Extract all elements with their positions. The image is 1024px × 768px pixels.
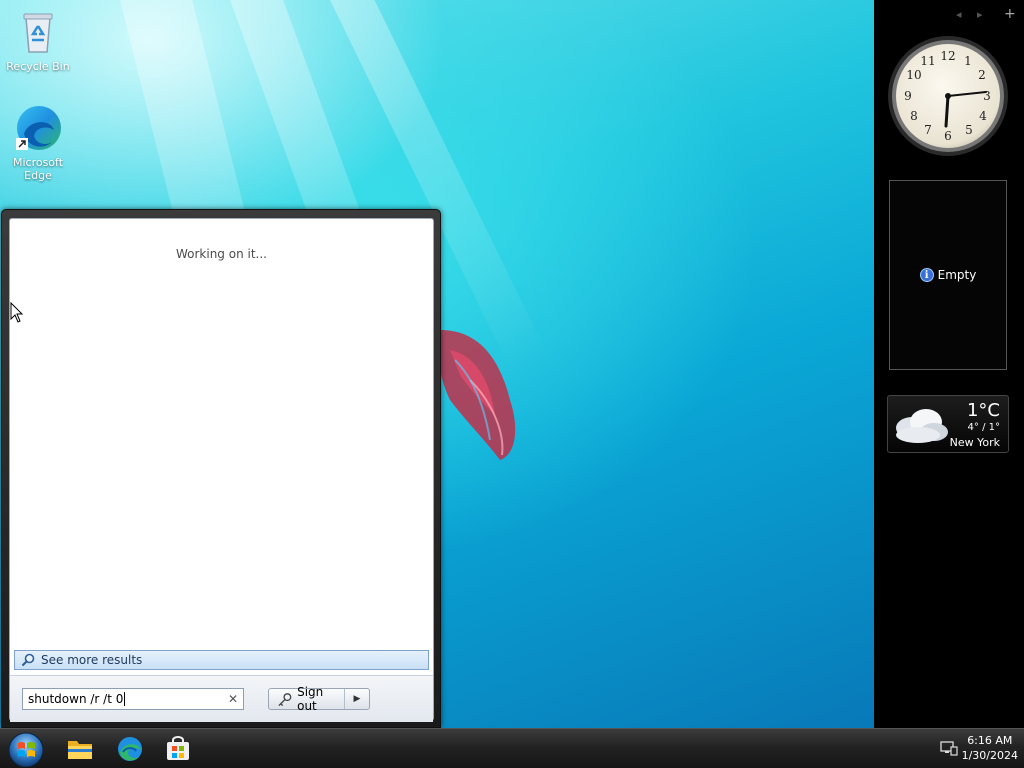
analog-clock-face: 12 12 345 678 91011 <box>888 36 1008 156</box>
search-input-value: shutdown /r /t 0 <box>28 692 124 706</box>
clock-time: 6:16 AM <box>967 734 1013 747</box>
search-results-pane: Working on it... See more results shutdo… <box>9 218 434 722</box>
svg-text:6: 6 <box>944 129 952 143</box>
mouse-cursor-icon <box>10 302 24 323</box>
edge-icon <box>118 737 142 761</box>
key-icon <box>278 693 292 706</box>
start-button[interactable] <box>6 731 46 768</box>
network-icon[interactable] <box>940 739 958 757</box>
clock-gadget[interactable]: 12 1 2 345 678 9 10 11 <box>886 34 1010 158</box>
svg-text:12: 12 <box>940 49 955 63</box>
taskbar: 6:16 AM 1/30/2024 <box>0 728 1024 768</box>
taskbar-file-explorer[interactable] <box>64 733 96 765</box>
empty-gadget[interactable]: i Empty <box>889 180 1007 370</box>
start-menu: Working on it... See more results shutdo… <box>1 209 441 728</box>
see-more-results-button[interactable]: See more results <box>14 650 429 670</box>
recycle-bin-icon <box>14 8 62 56</box>
taskbar-edge[interactable] <box>114 733 146 765</box>
edge-icon <box>14 104 62 152</box>
search-status-text: Working on it... <box>175 247 267 261</box>
weather-temperature: 1°C <box>966 400 1000 421</box>
weather-range: 4° / 1° <box>967 422 1000 433</box>
svg-text:3: 3 <box>983 89 991 103</box>
desktop-icon-label: Microsoft Edge <box>12 156 64 182</box>
clear-search-icon[interactable]: ✕ <box>228 692 238 706</box>
see-more-results-label: See more results <box>41 653 143 667</box>
sidebar-add-gadget-button[interactable]: + <box>1004 6 1016 22</box>
desktop-icon-label: Recycle Bin <box>6 60 70 73</box>
start-menu-bottom-bar: shutdown /r /t 0 ✕ Sign out ▶ <box>10 675 433 722</box>
weather-city: New York <box>949 436 1000 449</box>
sidebar-prev-button[interactable]: ◂ <box>956 8 962 21</box>
shutdown-options-arrow-button[interactable]: ▶ <box>345 694 369 704</box>
weather-gadget[interactable]: 1°C 4° / 1° New York <box>887 395 1009 453</box>
file-explorer-icon <box>68 741 92 759</box>
sign-out-button[interactable]: Sign out <box>269 685 345 713</box>
svg-text:2: 2 <box>978 68 986 82</box>
sidebar-next-button[interactable]: ▸ <box>977 8 983 21</box>
svg-text:5: 5 <box>965 123 973 137</box>
clock-date: 1/30/2024 <box>961 749 1018 762</box>
svg-text:1: 1 <box>964 54 972 68</box>
desktop-icon-edge[interactable]: Microsoft Edge <box>6 104 70 182</box>
betta-fish-wallpaper <box>438 330 516 460</box>
store-icon <box>167 736 189 760</box>
desktop-icon-recycle-bin[interactable]: Recycle Bin <box>6 8 70 73</box>
system-clock[interactable]: 6:16 AM 1/30/2024 <box>962 733 1018 763</box>
svg-text:11: 11 <box>920 54 935 68</box>
sign-out-button-group: Sign out ▶ <box>268 685 370 713</box>
svg-text:10: 10 <box>906 68 921 82</box>
start-search-input[interactable]: shutdown /r /t 0 ✕ <box>22 688 244 710</box>
svg-text:8: 8 <box>910 109 918 123</box>
svg-text:4: 4 <box>979 109 987 123</box>
svg-text:7: 7 <box>924 123 932 137</box>
text-caret <box>124 692 126 706</box>
chevron-right-icon: ▶ <box>353 694 361 704</box>
windows-logo-icon <box>8 732 44 768</box>
search-icon <box>21 653 35 667</box>
svg-text:9: 9 <box>904 89 912 103</box>
taskbar-store[interactable] <box>162 733 194 765</box>
empty-gadget-label: Empty <box>937 268 977 282</box>
sign-out-label: Sign out <box>297 685 324 713</box>
info-icon: i <box>919 268 934 282</box>
cloudy-icon <box>896 409 948 443</box>
